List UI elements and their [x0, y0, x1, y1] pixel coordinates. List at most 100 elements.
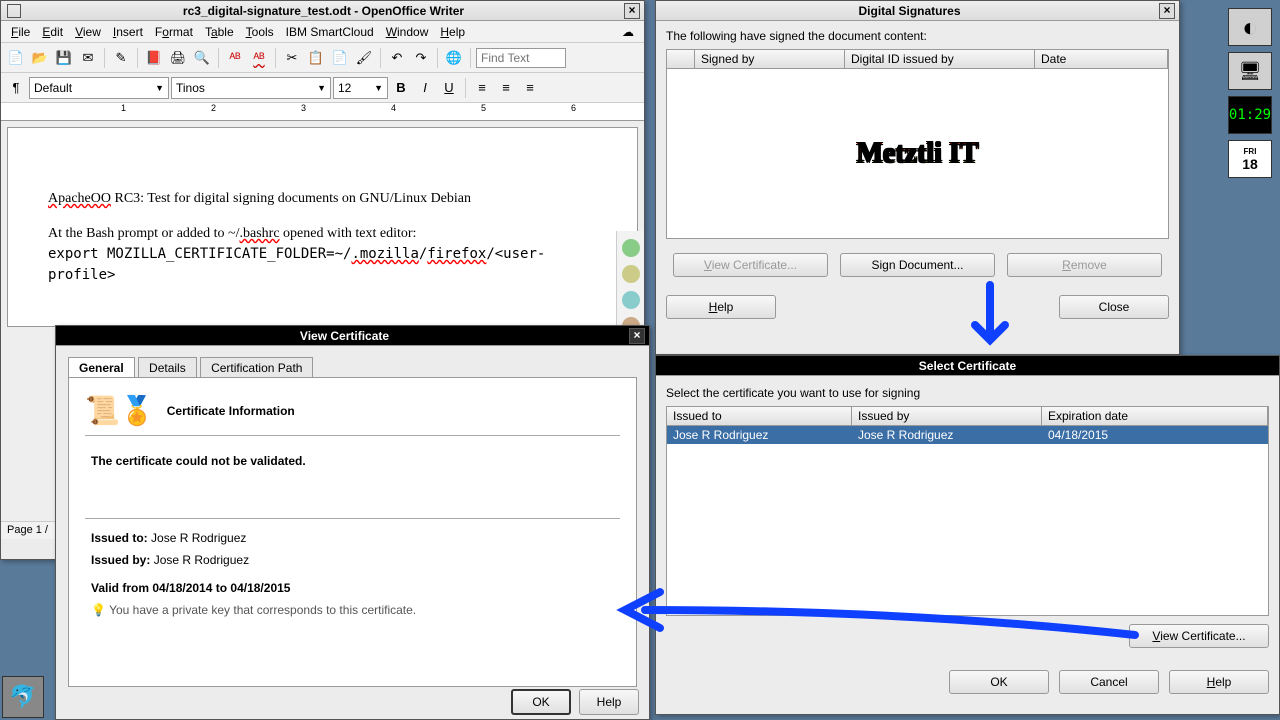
col-signed-by[interactable]: Signed by	[695, 50, 845, 68]
menu-help[interactable]: Help	[434, 23, 471, 41]
undo-icon[interactable]: ↶	[386, 47, 408, 69]
styles-icon[interactable]: ¶	[5, 77, 27, 99]
digsig-action-row: View Certificate... Sign Document... Rem…	[666, 253, 1169, 277]
menu-format[interactable]: Format	[149, 23, 199, 41]
digsig-table-header: Signed by Digital ID issued by Date	[666, 49, 1169, 69]
menubar: File Edit View Insert Format Table Tools…	[1, 21, 644, 43]
cert-validation-msg: The certificate could not be validated.	[91, 454, 306, 468]
menu-view[interactable]: View	[69, 23, 107, 41]
help-button[interactable]: Help	[666, 295, 776, 319]
bold-icon[interactable]: B	[390, 77, 412, 99]
col-issued-by[interactable]: Issued by	[852, 407, 1042, 425]
close-icon[interactable]: ×	[624, 3, 640, 19]
copy-icon[interactable]: 📋	[305, 47, 327, 69]
col-issued-to[interactable]: Issued to	[667, 407, 852, 425]
export-pdf-icon[interactable]: 📕	[143, 47, 165, 69]
tab-certpath[interactable]: Certification Path	[200, 357, 313, 378]
cut-icon[interactable]: ✂	[281, 47, 303, 69]
sidebar-properties-icon[interactable]	[622, 239, 640, 257]
col-digital-id[interactable]: Digital ID issued by	[845, 50, 1035, 68]
sign-document-button[interactable]: Sign Document...	[840, 253, 995, 277]
menu-edit[interactable]: Edit	[36, 23, 69, 41]
digsig-title: Digital Signatures	[660, 4, 1159, 18]
valid-range: Valid from 04/18/2014 to 04/18/2015	[91, 581, 290, 595]
menu-tools[interactable]: Tools	[240, 23, 280, 41]
help-button[interactable]: Help	[579, 689, 639, 715]
font-combo-value: Tinos	[176, 81, 205, 95]
menu-window[interactable]: Window	[380, 23, 435, 41]
digsig-table-body: Metztli IT	[666, 69, 1169, 239]
close-icon[interactable]: ×	[1159, 3, 1175, 19]
italic-icon[interactable]: I	[414, 77, 436, 99]
sidebar-gallery-icon[interactable]	[622, 291, 640, 309]
writer-title: rc3_digital-signature_test.odt - OpenOff…	[23, 4, 624, 18]
font-combo[interactable]: Tinos▼	[171, 77, 331, 99]
doc-text: opened with text editor:	[280, 226, 417, 241]
doc-text: export MOZILLA_CERTIFICATE_FOLDER=~/	[48, 246, 351, 262]
selcert-titlebar: Select Certificate	[656, 356, 1279, 376]
selcert-intro: Select the certificate you want to use f…	[666, 386, 1269, 400]
calendar-widget: FRI 18	[1228, 140, 1272, 178]
col-date[interactable]: Date	[1035, 50, 1168, 68]
cert-heading: Certificate Information	[167, 404, 295, 418]
paste-icon[interactable]: 📄	[329, 47, 351, 69]
menu-insert[interactable]: Insert	[107, 23, 149, 41]
style-combo[interactable]: Default▼	[29, 77, 169, 99]
issued-by-label: Issued by:	[91, 553, 150, 567]
sidebar-panel	[616, 231, 644, 335]
window-menu-icon[interactable]	[7, 4, 21, 18]
selcert-bottom-row: OK Cancel Help	[666, 670, 1269, 694]
find-input[interactable]	[476, 48, 566, 68]
private-key-msg: You have a private key that corresponds …	[109, 603, 416, 617]
digital-signatures-dialog: Digital Signatures × The following have …	[655, 0, 1180, 355]
document-page[interactable]: ApacheOO RC3: Test for digital signing d…	[7, 127, 638, 327]
selcert-body: Select the certificate you want to use f…	[656, 376, 1279, 704]
close-icon[interactable]: ×	[629, 328, 645, 344]
menu-file[interactable]: File	[5, 23, 36, 41]
new-doc-icon[interactable]: 📄	[5, 47, 27, 69]
menu-smartcloud[interactable]: IBM SmartCloud	[280, 23, 380, 41]
edit-mode-icon[interactable]: ✎	[110, 47, 132, 69]
sidebar-styles-icon[interactable]	[622, 265, 640, 283]
tab-general[interactable]: General	[68, 357, 135, 378]
ok-button[interactable]: OK	[511, 689, 571, 715]
close-button[interactable]: Close	[1059, 295, 1169, 319]
selcert-table-body: Jose R Rodriguez Jose R Rodriguez 04/18/…	[666, 426, 1269, 616]
underline-icon[interactable]: U	[438, 77, 460, 99]
selcert-mid-row: View Certificate...	[666, 624, 1269, 648]
ok-button[interactable]: OK	[949, 670, 1049, 694]
row-issued-to: Jose R Rodriguez	[667, 426, 852, 444]
cloud-sync-icon[interactable]: ☁	[616, 23, 640, 41]
open-icon[interactable]: 📂	[29, 47, 51, 69]
tray-app2-icon[interactable]: 🖥	[1228, 52, 1272, 90]
align-right-icon[interactable]: ≡	[519, 77, 541, 99]
start-menu-icon[interactable]: 🐬	[2, 676, 44, 718]
digsig-intro: The following have signed the document c…	[666, 29, 1169, 43]
cancel-button[interactable]: Cancel	[1059, 670, 1159, 694]
spellcheck-icon[interactable]: ᴬᴮ	[224, 47, 246, 69]
issued-by-value: Jose R Rodriguez	[154, 553, 249, 567]
view-certificate-button[interactable]: View Certificate...	[1129, 624, 1269, 648]
clock-widget: 01:29	[1228, 96, 1272, 134]
autospell-icon[interactable]: ᴬᴮ	[248, 47, 270, 69]
format-paint-icon[interactable]: 🖌	[353, 47, 375, 69]
horizontal-ruler[interactable]: 1 2 3 4 5 6	[1, 103, 644, 121]
menu-table[interactable]: Table	[199, 23, 240, 41]
certificate-row[interactable]: Jose R Rodriguez Jose R Rodriguez 04/18/…	[667, 426, 1268, 444]
align-left-icon[interactable]: ≡	[471, 77, 493, 99]
help-button[interactable]: Help	[1169, 670, 1269, 694]
align-center-icon[interactable]: ≡	[495, 77, 517, 99]
viewcert-title: View Certificate	[60, 329, 629, 343]
format-toolbar: ¶ Default▼ Tinos▼ 12▼ B I U ≡ ≡ ≡	[1, 73, 644, 103]
print-icon[interactable]: 🖨	[167, 47, 189, 69]
style-combo-value: Default	[34, 81, 72, 95]
save-icon[interactable]: 💾	[53, 47, 75, 69]
hyperlink-icon[interactable]: 🌐	[443, 47, 465, 69]
size-combo[interactable]: 12▼	[333, 77, 388, 99]
tab-details[interactable]: Details	[138, 357, 197, 378]
mail-icon[interactable]: ✉	[77, 47, 99, 69]
tray-app1-icon[interactable]: ◐	[1228, 8, 1272, 46]
redo-icon[interactable]: ↷	[410, 47, 432, 69]
col-expiration[interactable]: Expiration date	[1042, 407, 1268, 425]
preview-icon[interactable]: 🔍	[191, 47, 213, 69]
